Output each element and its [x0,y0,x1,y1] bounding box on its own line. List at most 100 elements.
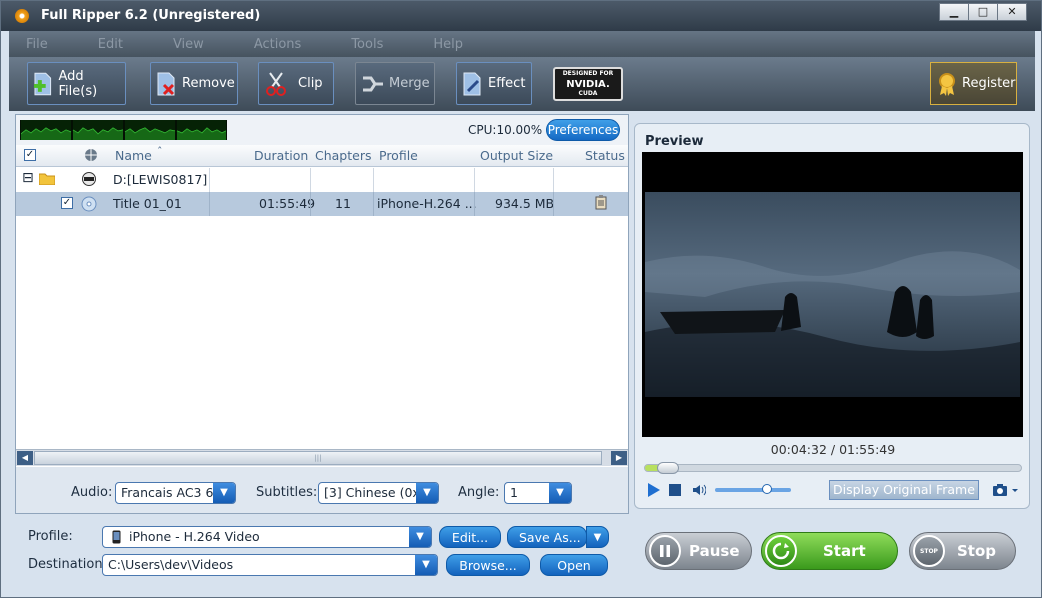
maximize-button[interactable]: □ [968,3,998,21]
title-profile: iPhone-H.264 ... [377,196,477,211]
menu-help[interactable]: Help [433,37,463,52]
output-settings: Profile: iPhone - H.264 Video ▼ Edit... S… [15,520,629,582]
clip-label: Clip [298,76,323,91]
preferences-button[interactable]: Preferences [546,119,620,141]
disc-icon [81,196,97,215]
display-original-frame-button[interactable]: Display Original Frame [829,480,979,500]
remove-button[interactable]: Remove [150,62,238,105]
refresh-start-icon [765,535,797,567]
cpu-bar: CPU:10.00% Preferences [16,115,628,145]
profile-value: iPhone - H.264 Video [129,529,260,544]
cpu-meter-graph [20,120,227,140]
chevron-down-icon: ▼ [409,527,431,547]
destination-select[interactable]: C:\Users\dev\Videos ▼ [102,554,438,576]
select-all-checkbox[interactable]: ✓ [24,149,36,161]
open-button[interactable]: Open [540,554,608,576]
play-button[interactable] [647,482,661,501]
column-name[interactable]: Name [115,148,152,163]
column-status[interactable]: Status [585,148,625,163]
angle-value: 1 [510,485,518,500]
collapse-icon[interactable]: ⊟ [22,170,34,186]
save-as-dropdown-icon[interactable]: ▼ [586,526,609,548]
minimize-button[interactable]: ▁ [939,3,969,21]
volume-slider[interactable] [715,484,791,494]
column-duration[interactable]: Duration [254,148,308,163]
clipboard-status-icon [595,195,607,213]
horizontal-scrollbar[interactable]: ◀ ||| ▶ [16,449,628,466]
scroll-thumb[interactable]: ||| [34,451,602,465]
scroll-right-arrow-icon[interactable]: ▶ [611,451,627,465]
remove-file-icon [157,72,175,95]
column-icon-globe[interactable] [84,148,98,165]
angle-select[interactable]: 1 ▼ [504,482,572,504]
pause-button[interactable]: Pause [645,532,752,570]
stop-icon: STOP [913,535,945,567]
subtitles-select[interactable]: [3] Chinese (0x2 ▼ [318,482,439,504]
pause-label: Pause [689,542,740,560]
destination-value: C:\Users\dev\Videos [108,557,234,572]
seek-bar[interactable] [644,462,1022,474]
app-window: Full Ripper 6.2 (Unregistered) ▁ □ ✕ Fil… [0,0,1042,598]
subtitles-value: [3] Chinese (0x2 [324,485,428,500]
menu-view[interactable]: View [173,37,204,52]
clip-button[interactable]: Clip [258,62,334,105]
file-list-panel: CPU:10.00% Preferences ✓ Name ˆ Duration… [15,114,629,514]
stop-square-icon [669,484,681,496]
seek-thumb[interactable] [657,462,679,474]
menu-bar: File Edit View Actions Tools Help [9,31,1035,57]
sort-arrow-icon: ˆ [157,145,163,158]
video-frame [645,192,1020,397]
subtitles-label: Subtitles: [256,485,318,500]
camera-icon [993,484,1018,496]
menu-actions[interactable]: Actions [254,37,302,52]
column-profile[interactable]: Profile [379,148,418,163]
angle-label: Angle: [458,485,500,500]
start-button[interactable]: Start [761,532,898,570]
audio-select[interactable]: Francais AC3 6c ▼ [115,482,236,504]
title-checkbox[interactable]: ✓ [61,197,73,209]
merge-icon [363,76,383,91]
effect-button[interactable]: Effect [456,62,532,105]
edit-profile-button[interactable]: Edit... [439,526,501,548]
stop-label: Stop [957,542,997,560]
column-output-size[interactable]: Output Size [480,148,553,163]
mute-button[interactable] [692,484,707,499]
nvidia-line3: CUDA [578,90,598,97]
start-label: Start [823,542,866,560]
close-button[interactable]: ✕ [997,3,1027,21]
add-file-icon [33,72,52,95]
snapshot-button[interactable] [993,484,1019,499]
menu-tools[interactable]: Tools [351,37,383,52]
award-ribbon-icon [939,72,955,96]
volume-thumb[interactable] [762,484,772,494]
effect-label: Effect [488,76,526,91]
pause-icon [649,535,681,567]
register-label: Register [962,76,1016,91]
title-output-size: 934.5 MB [495,196,555,211]
merge-button[interactable]: Merge [355,62,435,105]
column-chapters[interactable]: Chapters [315,148,372,163]
stop-playback-button[interactable] [669,484,681,499]
preview-title: Preview [645,134,704,149]
remove-label: Remove [182,76,235,91]
title-duration: 01:55:49 [259,196,316,211]
save-as-button[interactable]: Save As... [507,526,587,548]
audio-label: Audio: [71,485,113,500]
stop-button[interactable]: STOP Stop [909,532,1016,570]
browse-button[interactable]: Browse... [446,554,530,576]
timecode-display: 00:04:32 / 01:55:49 [770,442,896,457]
profile-select[interactable]: iPhone - H.264 Video ▼ [102,526,432,548]
track-options-bar: Audio: Francais AC3 6c ▼ Subtitles: [3] C… [16,467,628,513]
add-files-button[interactable]: Add File(s) [27,62,126,105]
speaker-icon [693,484,707,496]
scroll-left-arrow-icon[interactable]: ◀ [17,451,33,465]
disc-row[interactable]: ⊟ D:[LEWIS0817] [16,168,628,192]
dvd-icon [81,172,97,189]
register-button[interactable]: Register [930,62,1017,105]
title-row[interactable]: ✓ Title 01_01 01:55:49 11 iPhone-H.264 .… [16,192,628,216]
chevron-down-icon: ▼ [549,483,571,503]
menu-edit[interactable]: Edit [98,37,123,52]
title-chapters: 11 [335,196,351,211]
column-header: ✓ Name ˆ Duration Chapters Profile Outpu… [16,145,628,167]
menu-file[interactable]: File [26,37,48,52]
